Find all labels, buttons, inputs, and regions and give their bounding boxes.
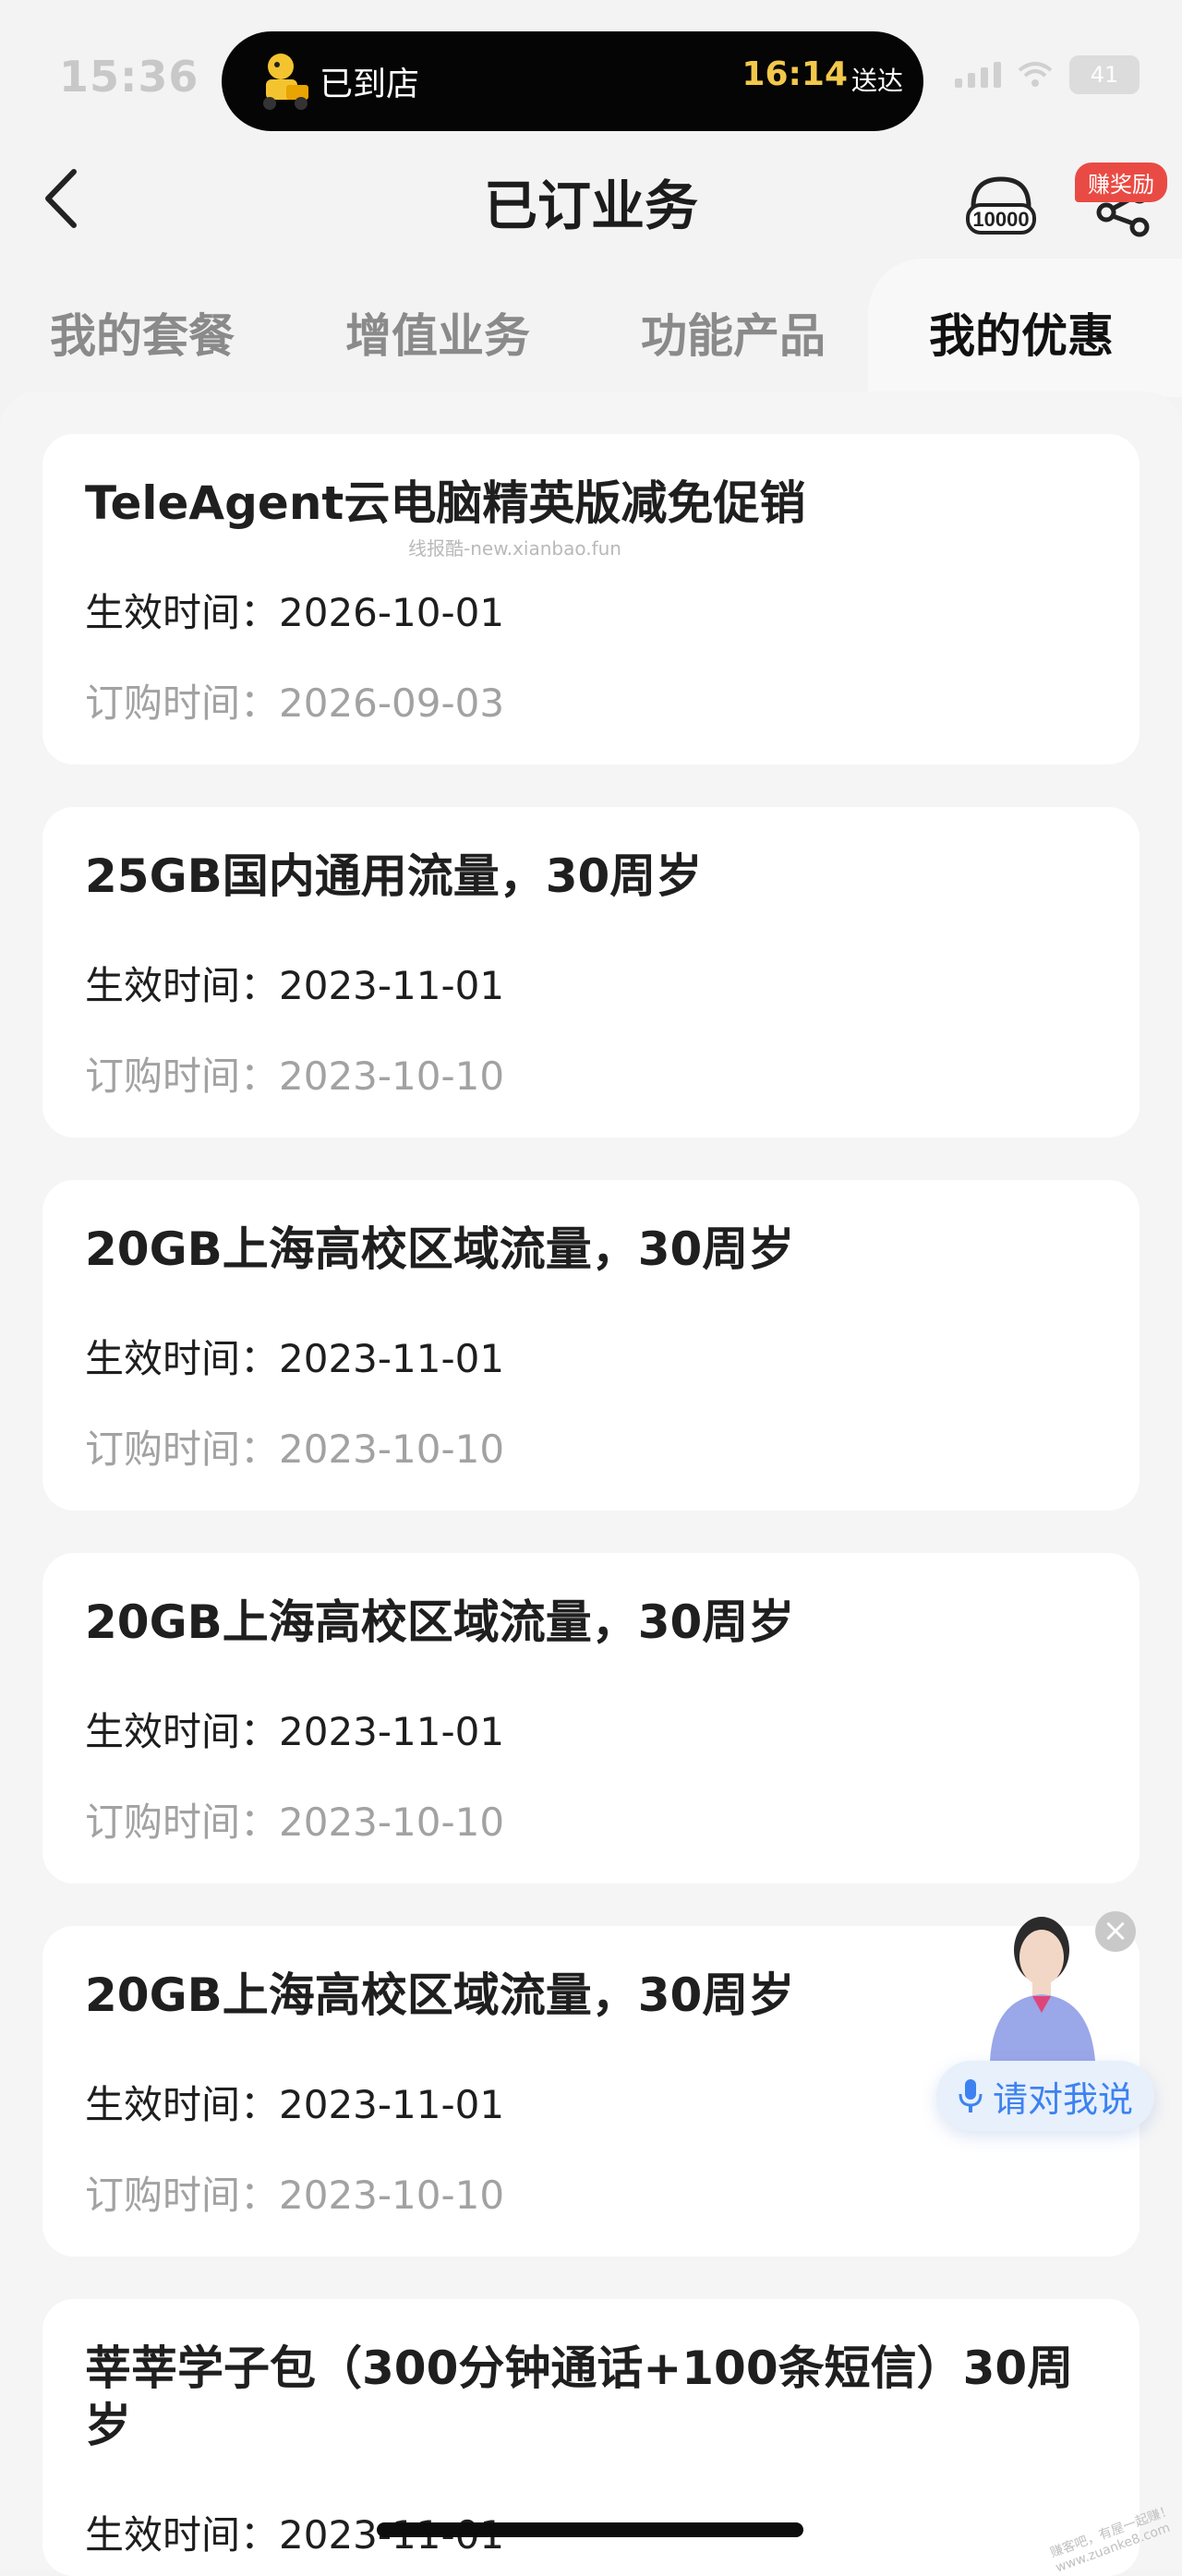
offer-card[interactable]: 20GB上海高校区域流量，30周岁 生效时间：2023-11-01 订购时间：2… xyxy=(42,1553,1140,1884)
watermark-text: 线报酷-new.xianbao.fun xyxy=(408,537,621,560)
service-number: 10000 xyxy=(972,208,1029,231)
offer-title: TeleAgent云电脑精英版减免促销 xyxy=(85,476,806,530)
wifi-icon xyxy=(1018,62,1053,87)
order-time: 订购时间：2023-10-10 xyxy=(85,1053,505,1099)
assistant-close-button[interactable]: × xyxy=(1095,1911,1136,1952)
battery-icon: 41 xyxy=(1069,55,1140,94)
tab-bar: 我的套餐 增值业务 功能产品 我的优惠 xyxy=(0,259,1182,397)
order-time: 订购时间：2023-10-10 xyxy=(85,2173,505,2218)
offer-card[interactable]: 20GB上海高校区域流量，30周岁 生效时间：2023-11-01 订购时间：2… xyxy=(42,1180,1140,1511)
status-time: 15:36 xyxy=(59,52,199,102)
reward-badge[interactable]: 赚奖励 xyxy=(1075,163,1167,202)
order-time: 订购时间：2023-10-10 xyxy=(85,1800,505,1845)
offer-title: 25GB国内通用流量，30周岁 xyxy=(85,849,703,903)
voice-assistant-label: 请对我说 xyxy=(992,2078,1133,2120)
effective-time: 生效时间：2023-11-01 xyxy=(85,1709,505,1754)
offer-title: 20GB上海高校区域流量，30周岁 xyxy=(85,1222,795,1276)
effective-time: 生效时间：2023-11-01 xyxy=(85,2082,505,2127)
tab-value-added[interactable]: 增值业务 xyxy=(345,299,530,366)
effective-time: 生效时间：2026-10-01 xyxy=(85,590,505,635)
signal-icon xyxy=(955,62,1001,88)
island-status-text: 已到店 xyxy=(320,66,420,103)
offer-card[interactable]: 25GB国内通用流量，30周岁 生效时间：2023-11-01 订购时间：202… xyxy=(42,807,1140,1138)
tab-my-offers[interactable]: 我的优惠 xyxy=(929,299,1114,366)
island-deliver-label: 送达 xyxy=(850,66,903,96)
voice-assistant-button[interactable]: 请对我说 xyxy=(936,2061,1154,2131)
offer-card[interactable]: TeleAgent云电脑精英版减免促销 生效时间：2026-10-01 订购时间… xyxy=(42,434,1140,764)
effective-time: 生效时间：2023-11-01 xyxy=(85,1336,505,1381)
order-time: 订购时间：2023-10-10 xyxy=(85,1426,505,1472)
island-eta: 16:14 xyxy=(742,55,848,93)
status-indicators: 41 xyxy=(955,55,1140,94)
offer-title: 莘莘学子包（300分钟通话+100条短信）30周岁 xyxy=(85,2341,1074,2452)
customer-service-10000-icon[interactable]: 10000 xyxy=(964,174,1038,240)
delivery-mascot-icon xyxy=(263,54,308,110)
dynamic-island-delivery[interactable]: 已到店 16:14 送达 xyxy=(222,31,923,131)
effective-time: 生效时间：2023-11-01 xyxy=(85,963,505,1008)
microphone-icon xyxy=(959,2079,983,2113)
offer-title: 20GB上海高校区域流量，30周岁 xyxy=(85,1595,795,1649)
tab-feature-products[interactable]: 功能产品 xyxy=(641,299,826,366)
order-time: 订购时间：2026-09-03 xyxy=(85,680,505,726)
home-indicator[interactable] xyxy=(377,2522,803,2537)
tab-my-plan[interactable]: 我的套餐 xyxy=(50,299,235,366)
